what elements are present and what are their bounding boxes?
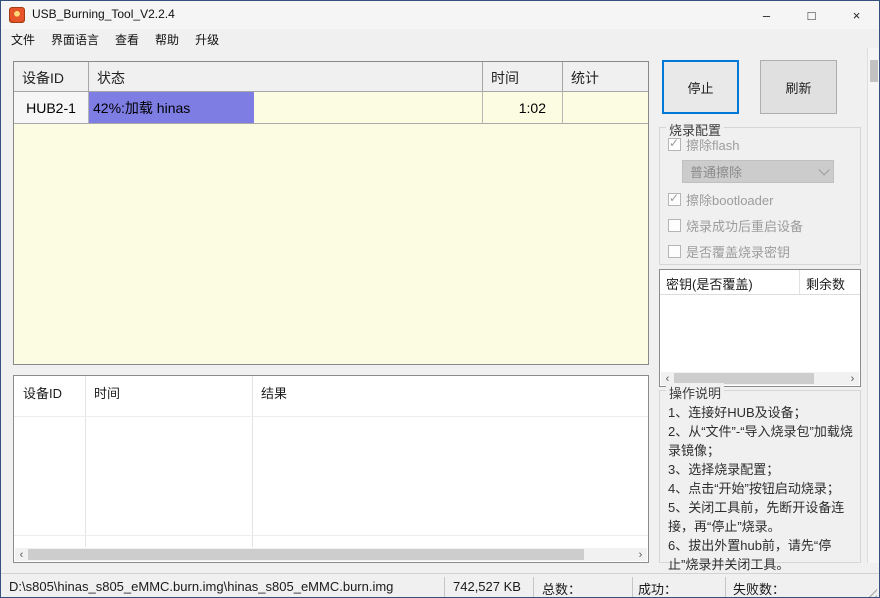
erase-mode-value: 普通擦除 — [690, 162, 742, 181]
menu-file[interactable]: 文件 — [3, 29, 43, 49]
column-header-time: 时间 — [85, 376, 252, 407]
result-table-hscrollbar[interactable]: ‹ › — [15, 548, 647, 561]
scroll-right-icon[interactable]: › — [634, 548, 647, 561]
instruction-line: 3、选择烧录配置； — [668, 460, 854, 479]
status-success-label: 成功： — [638, 579, 677, 598]
instruction-line: 6、拔出外置hub前，请先“停止”烧录并关闭工具。 — [668, 536, 854, 574]
refresh-button[interactable]: 刷新 — [760, 60, 837, 114]
result-table: 设备ID 时间 结果 ‹ › — [13, 375, 649, 563]
maximize-icon[interactable]: □ — [789, 1, 834, 29]
scroll-right-icon[interactable]: › — [846, 372, 859, 385]
status-divider — [444, 577, 445, 597]
instructions-title: 操作说明 — [666, 383, 724, 402]
column-header-result: 结果 — [252, 376, 648, 407]
device-table-header: 设备ID 状态 时间 统计 — [14, 62, 648, 92]
scrollbar-thumb[interactable] — [870, 60, 878, 82]
column-header-device-id: 设备ID — [14, 62, 89, 91]
checkbox-icon — [668, 138, 681, 151]
instructions-group: 操作说明 1、连接好HUB及设备； 2、从“文件”-“导入烧录包”加载烧录镜像；… — [659, 390, 861, 563]
instruction-line: 4、点击“开始”按钮启动烧录； — [668, 479, 854, 498]
instructions-body: 1、连接好HUB及设备； 2、从“文件”-“导入烧录包”加载烧录镜像； 3、选择… — [660, 391, 860, 574]
erase-mode-select[interactable]: 普通擦除 — [682, 160, 834, 183]
app-window: USB_Burning_Tool_V2.2.4 – □ × 文件 界面语言 查看… — [0, 0, 880, 598]
column-divider — [252, 376, 253, 547]
status-file-size: 742,527 KB — [453, 579, 521, 594]
column-header-stats: 统计 — [563, 62, 648, 91]
menu-language[interactable]: 界面语言 — [43, 29, 107, 49]
row-divider — [14, 416, 648, 417]
resize-grip-icon[interactable] — [865, 585, 877, 597]
close-icon[interactable]: × — [834, 1, 879, 29]
column-header-device-id: 设备ID — [14, 376, 85, 407]
status-progress-cell: 42%:加载 hinas — [89, 92, 483, 123]
stop-button[interactable]: 停止 — [662, 60, 739, 114]
scroll-left-icon[interactable]: ‹ — [15, 548, 28, 561]
window-controls: – □ × — [744, 1, 879, 29]
overwrite-burn-key-label: 是否覆盖烧录密钥 — [686, 242, 790, 261]
reboot-after-success-checkbox[interactable]: 烧录成功后重启设备 — [668, 216, 860, 235]
column-divider — [85, 376, 86, 547]
status-divider — [632, 577, 633, 597]
instruction-line: 5、关闭工具前，先断开设备连接，再“停止”烧录。 — [668, 498, 854, 536]
device-row[interactable]: HUB2-1 42%:加载 hinas 1:02 — [14, 92, 648, 124]
right-panel-scrollbar[interactable] — [867, 48, 879, 563]
chevron-down-icon — [818, 164, 829, 175]
reboot-after-success-label: 烧录成功后重启设备 — [686, 216, 803, 235]
key-table: 密钥(是否覆盖) 剩余数 ‹ › — [659, 269, 861, 387]
stats-cell — [563, 92, 648, 123]
menu-bar: 文件 界面语言 查看 帮助 升级 — [1, 29, 879, 49]
key-table-header: 密钥(是否覆盖) 剩余数 — [660, 270, 860, 295]
title-bar: USB_Burning_Tool_V2.2.4 – □ × — [1, 1, 879, 29]
column-header-remaining: 剩余数 — [800, 270, 860, 294]
result-table-header: 设备ID 时间 结果 — [14, 376, 648, 407]
window-title: USB_Burning_Tool_V2.2.4 — [32, 7, 175, 21]
app-icon — [9, 7, 25, 23]
scrollbar-thumb[interactable] — [28, 549, 584, 560]
progress-label: 42%:加载 hinas — [89, 98, 190, 118]
column-header-time: 时间 — [483, 62, 563, 91]
erase-bootloader-checkbox[interactable]: 擦除bootloader — [668, 190, 860, 209]
overwrite-burn-key-checkbox[interactable]: 是否覆盖烧录密钥 — [668, 242, 860, 261]
checkbox-icon — [668, 245, 681, 258]
instruction-line: 1、连接好HUB及设备； — [668, 403, 854, 422]
progress-bar: 42%:加载 hinas — [89, 92, 254, 123]
minimize-icon[interactable]: – — [744, 1, 789, 29]
checkbox-icon — [668, 219, 681, 232]
status-divider — [533, 577, 534, 597]
column-header-status: 状态 — [89, 62, 483, 91]
menu-view[interactable]: 查看 — [107, 29, 147, 49]
checkbox-icon — [668, 193, 681, 206]
burn-config-group: 烧录配置 擦除flash 普通擦除 擦除bootloader 烧录成功后重启设备… — [659, 127, 861, 265]
menu-help[interactable]: 帮助 — [147, 29, 187, 49]
column-header-key: 密钥(是否覆盖) — [660, 270, 800, 294]
status-total-label: 总数： — [542, 579, 581, 598]
menu-upgrade[interactable]: 升级 — [187, 29, 227, 49]
instruction-line: 2、从“文件”-“导入烧录包”加载烧录镜像； — [668, 422, 854, 460]
status-bar: D:\s805\hinas_s805_eMMC.burn.img\hinas_s… — [1, 573, 879, 598]
status-fail-label: 失败数： — [733, 579, 785, 598]
device-table: 设备ID 状态 时间 统计 HUB2-1 42%:加载 hinas 1:02 — [13, 61, 649, 365]
time-cell: 1:02 — [483, 92, 563, 123]
row-divider — [14, 535, 648, 536]
status-file-path: D:\s805\hinas_s805_eMMC.burn.img\hinas_s… — [9, 579, 393, 594]
status-divider — [725, 577, 726, 597]
erase-bootloader-label: 擦除bootloader — [686, 190, 773, 209]
device-id-cell: HUB2-1 — [14, 92, 89, 123]
